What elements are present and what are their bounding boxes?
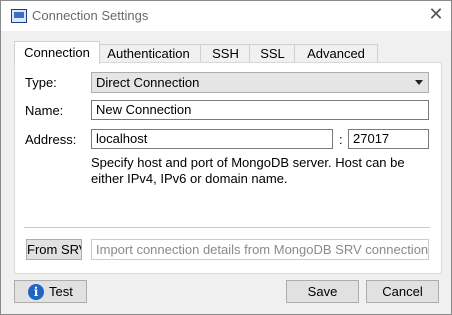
name-field[interactable]: New Connection bbox=[91, 100, 429, 120]
name-label: Name: bbox=[25, 103, 64, 118]
title-bar: Connection Settings ✕ bbox=[1, 1, 451, 31]
host-field[interactable]: localhost bbox=[91, 129, 333, 149]
connection-panel: Type: Direct Connection Name: New Connec… bbox=[14, 62, 442, 274]
test-button[interactable]: i Test bbox=[14, 280, 87, 303]
cancel-button[interactable]: Cancel bbox=[366, 280, 439, 303]
connection-type-select[interactable]: Direct Connection bbox=[91, 72, 429, 93]
info-icon: i bbox=[28, 284, 44, 300]
app-icon bbox=[11, 9, 27, 23]
from-srv-button[interactable]: From SRV bbox=[26, 239, 82, 260]
tab-advanced[interactable]: Advanced bbox=[294, 44, 378, 63]
chevron-down-icon bbox=[415, 80, 423, 85]
test-button-label: Test bbox=[49, 284, 73, 299]
close-icon[interactable]: ✕ bbox=[425, 4, 447, 26]
connection-settings-dialog: Connection Settings ✕ Authentication SSH… bbox=[0, 0, 452, 315]
tab-ssl[interactable]: SSL bbox=[249, 44, 296, 63]
connection-type-value: Direct Connection bbox=[96, 75, 200, 90]
address-label: Address: bbox=[25, 132, 77, 147]
save-button[interactable]: Save bbox=[286, 280, 359, 303]
window-title: Connection Settings bbox=[32, 8, 149, 23]
port-field[interactable]: 27017 bbox=[348, 129, 429, 149]
srv-connection-string-input[interactable]: Import connection details from MongoDB S… bbox=[91, 239, 429, 260]
tab-authentication[interactable]: Authentication bbox=[95, 44, 202, 63]
address-hint: Specify host and port of MongoDB server.… bbox=[91, 155, 405, 186]
tab-connection[interactable]: Connection bbox=[14, 41, 100, 64]
port-separator: : bbox=[339, 132, 343, 147]
tab-ssh[interactable]: SSH bbox=[200, 44, 251, 63]
type-label: Type: bbox=[25, 75, 57, 90]
separator bbox=[24, 227, 430, 228]
